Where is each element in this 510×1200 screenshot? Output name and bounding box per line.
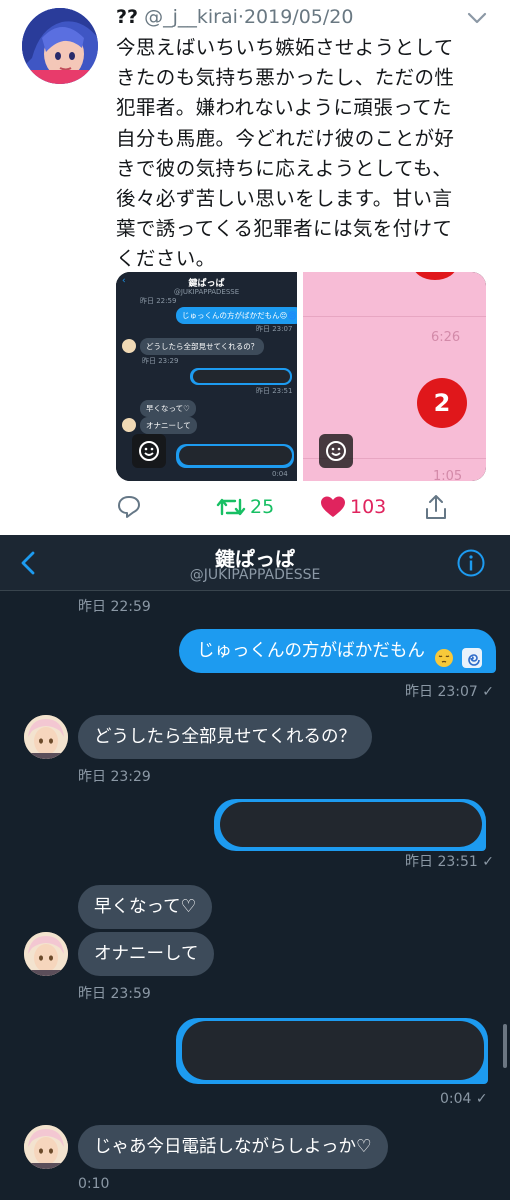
retweet-button[interactable]: 25 — [216, 490, 274, 524]
tweet-text-line: きで彼の気持ちに応えようとしても、 — [116, 156, 453, 180]
read-check-icon: ✓ — [482, 854, 494, 870]
timestamp: 昨日 23:29 — [78, 769, 151, 785]
author-name[interactable]: ?? — [116, 6, 138, 28]
mini-back-icon: ‹ — [122, 276, 126, 286]
read-check-icon: ✓ — [482, 684, 494, 700]
message-incoming[interactable]: じゃあ今日電話しながらしよっか♡ — [78, 1125, 388, 1169]
heart-icon — [321, 496, 345, 517]
author-handle[interactable]: @_j__kirai — [144, 6, 238, 28]
message-outgoing[interactable]: じゅっくんの方がばかだもん — [179, 629, 497, 673]
tweet-actions: 25 103 — [0, 490, 510, 524]
mini-stamp: 0:04 — [272, 470, 288, 478]
chevron-down-icon[interactable] — [466, 8, 488, 28]
tweet-text-line: きたのも気持ち悪かったし、ただの性 — [116, 66, 455, 90]
pink-time-partial: 1:05 — [433, 469, 463, 481]
tweet-text-line: 後々必ず苦しい思いをします。甘い言 — [116, 187, 453, 211]
mini-stamp: 昨日 23:07 — [256, 325, 293, 333]
timestamp: 0:04 ✓ — [440, 1091, 488, 1107]
timestamp: 0:10 — [78, 1176, 110, 1192]
tweet-text-line: 犯罪者。嫌われないように頑張ってた — [116, 96, 452, 120]
mini-bubble-in: 早くなって♡ — [140, 400, 196, 417]
mini-stamp: 昨日 23:51 — [256, 387, 293, 395]
dm-header: 鍵ぱっぱ @JUKIPAPPADESSE — [0, 535, 510, 591]
timestamp-text: 昨日 23:07 — [405, 684, 478, 700]
pensive-face-emoji — [434, 641, 454, 667]
message-outgoing-redacted[interactable] — [176, 1018, 488, 1084]
share-button[interactable] — [424, 490, 448, 524]
mini-bubble-out: じゅっくんの方がばかだもん😔🌀 — [176, 307, 303, 324]
tweet-text-line: 葉で誘ってくる犯罪者には気を付けて — [116, 217, 453, 241]
mini-stamp: 昨日 23:29 — [142, 357, 179, 365]
tweet-text-line: 今思えばいちいち嫉妬させようとして — [116, 36, 454, 59]
smiley-icon — [132, 434, 166, 468]
smiley-icon — [319, 434, 353, 468]
red-circle-partial — [413, 272, 457, 280]
mini-stamp: 昨日 22:59 — [140, 297, 177, 305]
like-button[interactable]: 103 — [320, 490, 386, 524]
retweet-icon — [216, 498, 246, 516]
contact-avatar[interactable] — [24, 715, 68, 759]
tweet-text: 今思えばいちいち嫉妬させようとして きたのも気持ち悪かったし、ただの性 犯罪者。… — [116, 33, 496, 275]
scrollbar[interactable] — [503, 1024, 507, 1068]
mini-avatar — [122, 339, 136, 353]
red-count-badge: 2 — [417, 378, 467, 428]
row-divider — [303, 316, 486, 317]
mini-dm-handle: @JUKIPAPPADESSE — [173, 288, 240, 296]
contact-avatar[interactable] — [24, 932, 68, 976]
timestamp: 昨日 22:59 — [78, 599, 151, 615]
message-incoming[interactable]: 早くなって♡ — [78, 885, 213, 929]
tweet-media: 鍵ぱっぱ @JUKIPAPPADESSE ‹ 昨日 22:59 じゅっくんの方が… — [116, 272, 486, 481]
tweet-date[interactable]: 2019/05/20 — [244, 6, 354, 28]
tweet: ?? @_j__kirai·2019/05/20 今思えばいちいち嫉妬させようと… — [0, 0, 510, 535]
media-image-pink-screenshot[interactable]: 6:26 2 1:05 — [303, 272, 486, 481]
timestamp: 昨日 23:51 ✓ — [405, 851, 494, 871]
message-text: じゅっくんの方がばかだもん — [197, 641, 425, 661]
tweet-text-line: 自分も馬鹿。今どれだけ彼のことが好 — [116, 126, 455, 150]
mini-redacted-bubble — [190, 368, 292, 385]
timestamp: 昨日 23:59 — [78, 986, 151, 1002]
timestamp: 昨日 23:07 ✓ — [405, 681, 494, 701]
author-avatar[interactable] — [22, 8, 98, 84]
message-incoming[interactable]: オナニーして — [78, 932, 215, 976]
pink-time: 6:26 — [431, 330, 461, 345]
message-outgoing-redacted[interactable] — [214, 799, 486, 851]
contact-avatar[interactable] — [24, 1125, 68, 1169]
dm-conversation: 鍵ぱっぱ @JUKIPAPPADESSE 昨日 22:59 じゅっくんの方がばか… — [0, 535, 510, 1200]
media-image-dm-screenshot[interactable]: 鍵ぱっぱ @JUKIPAPPADESSE ‹ 昨日 22:59 じゅっくんの方が… — [116, 272, 303, 481]
retweet-count: 25 — [250, 496, 275, 518]
message-incoming[interactable]: どうしたら全部見せてくれるの？ — [78, 715, 372, 759]
info-icon[interactable] — [456, 548, 486, 578]
mini-avatar — [122, 418, 136, 432]
like-count: 103 — [350, 496, 387, 518]
timestamp-text: 昨日 23:51 — [405, 854, 478, 870]
share-icon — [426, 495, 446, 519]
mini-redacted-bubble — [176, 444, 294, 468]
tweet-header: ?? @_j__kirai·2019/05/20 — [116, 6, 353, 28]
reply-button[interactable] — [116, 490, 142, 524]
mini-bubble-in: どうしたら全部見せてくれるの？ — [140, 338, 265, 355]
mini-bubble-in: オナニーして — [140, 417, 197, 434]
cyclone-emoji — [462, 641, 483, 668]
read-check-icon: ✓ — [475, 1091, 488, 1107]
dm-handle: @JUKIPAPPADESSE — [189, 567, 321, 583]
tweet-text-line: ください。 — [116, 247, 216, 271]
timestamp-text: 0:04 — [440, 1091, 472, 1107]
reply-icon — [118, 496, 140, 518]
